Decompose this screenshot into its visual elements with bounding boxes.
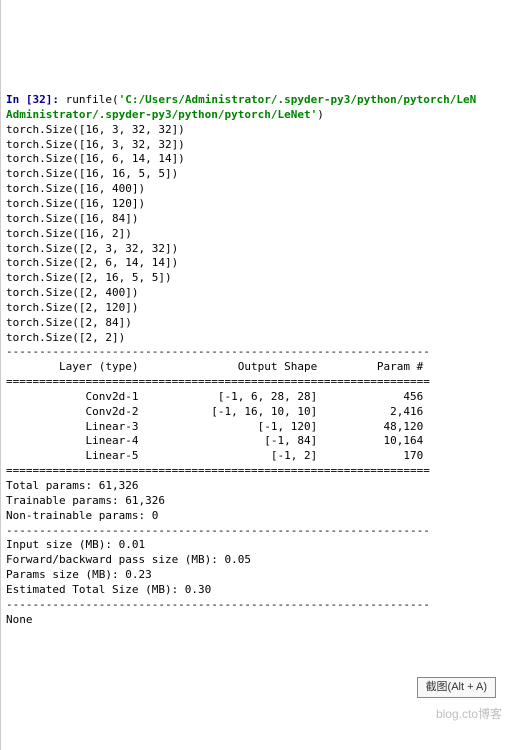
watermark: blog.cto博客 xyxy=(436,706,502,722)
size-line: torch.Size([2, 84]) xyxy=(6,316,132,329)
left-border xyxy=(0,0,1,750)
size-line: torch.Size([16, 400]) xyxy=(6,182,145,195)
in-prompt: In [32]: xyxy=(6,93,59,106)
cmd-end: ) xyxy=(317,108,324,121)
size-line: torch.Size([2, 120]) xyxy=(6,301,138,314)
size-line: torch.Size([16, 6, 14, 14]) xyxy=(6,152,185,165)
size-line: torch.Size([16, 84]) xyxy=(6,212,138,225)
size-line: torch.Size([16, 3, 32, 32]) xyxy=(6,123,185,136)
total-line: Total params: 61,326 xyxy=(6,479,138,492)
size-line: torch.Size([2, 3, 32, 32]) xyxy=(6,242,178,255)
table-row: Conv2d-2 [-1, 16, 10, 10] 2,416 xyxy=(6,405,423,418)
mem-line: Input size (MB): 0.01 xyxy=(6,538,145,551)
mem-line: Forward/backward pass size (MB): 0.05 xyxy=(6,553,251,566)
size-line: torch.Size([16, 16, 5, 5]) xyxy=(6,167,178,180)
path-2: Administrator/.spyder-py3/python/pytorch… xyxy=(6,108,317,121)
table-row: Linear-5 [-1, 2] 170 xyxy=(6,449,423,462)
mem-line: Estimated Total Size (MB): 0.30 xyxy=(6,583,211,596)
size-line: torch.Size([16, 120]) xyxy=(6,197,145,210)
size-line: torch.Size([2, 16, 5, 5]) xyxy=(6,271,172,284)
size-line: torch.Size([2, 6, 14, 14]) xyxy=(6,256,178,269)
sep: ========================================… xyxy=(6,464,430,477)
size-line: torch.Size([16, 2]) xyxy=(6,227,132,240)
none-line: None xyxy=(6,613,33,626)
size-line: torch.Size([16, 3, 32, 32]) xyxy=(6,138,185,151)
screenshot-hint[interactable]: 截图(Alt + A) xyxy=(417,677,496,698)
cmd-runfile: runfile( xyxy=(66,93,119,106)
size-line: torch.Size([2, 2]) xyxy=(6,331,125,344)
table-header: Layer (type) Output Shape Param # xyxy=(6,360,423,373)
table-row: Linear-3 [-1, 120] 48,120 xyxy=(6,420,423,433)
table-row: Linear-4 [-1, 84] 10,164 xyxy=(6,434,423,447)
sep: ========================================… xyxy=(6,375,430,388)
path-1: 'C:/Users/Administrator/.spyder-py3/pyth… xyxy=(119,93,477,106)
mem-line: Params size (MB): 0.23 xyxy=(6,568,152,581)
size-line: torch.Size([2, 400]) xyxy=(6,286,138,299)
sep: ----------------------------------------… xyxy=(6,345,430,358)
sep: ----------------------------------------… xyxy=(6,598,430,611)
total-line: Non-trainable params: 0 xyxy=(6,509,158,522)
console-output: In [32]: runfile('C:/Users/Administrator… xyxy=(6,93,506,627)
total-line: Trainable params: 61,326 xyxy=(6,494,165,507)
table-row: Conv2d-1 [-1, 6, 28, 28] 456 xyxy=(6,390,423,403)
sep: ----------------------------------------… xyxy=(6,524,430,537)
